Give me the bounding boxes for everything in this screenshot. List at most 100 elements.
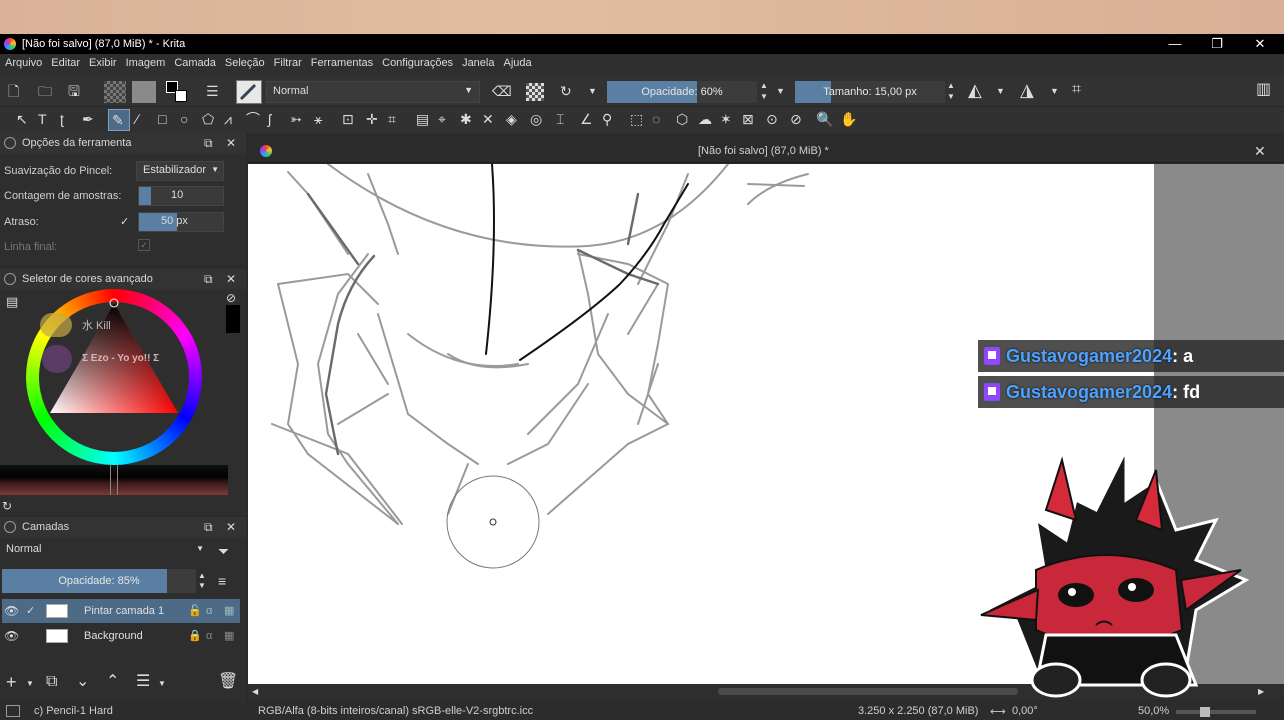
color-settings-icon[interactable]: ▤ — [6, 293, 18, 311]
bezier-tool-icon[interactable]: ⌒ — [246, 110, 260, 128]
move-layer-down-icon[interactable]: ⌄ — [76, 673, 89, 691]
close-window-button[interactable]: ✕ — [1245, 36, 1275, 52]
close-panel-icon[interactable]: ✕ — [226, 134, 236, 152]
chevron-down-icon[interactable]: ▼ — [26, 675, 34, 693]
rect-select-icon[interactable]: ⬚ — [630, 110, 643, 128]
reference-tool-icon[interactable]: ⚲ — [602, 110, 612, 128]
size-slider[interactable]: Tamanho: 15,00 px — [795, 81, 945, 103]
wrap-around-icon[interactable]: ⌗ — [1072, 81, 1081, 99]
menu-camada[interactable]: Camada — [169, 54, 220, 69]
close-panel-icon[interactable]: ✕ — [226, 518, 236, 536]
preserve-alpha-icon[interactable] — [526, 83, 544, 101]
eye-icon[interactable]: 👁 — [4, 627, 19, 645]
fill-tool-icon[interactable]: ◈ — [506, 110, 517, 128]
canvas-tab-title[interactable]: [Não foi salvo] (87,0 MiB) * — [698, 145, 829, 157]
polygon-select-icon[interactable]: ⬡ — [676, 110, 688, 128]
brush-preset-icon[interactable] — [236, 80, 262, 104]
new-document-icon[interactable]: 🗋 — [8, 82, 19, 100]
layer-blend-select[interactable]: Normal ▼ — [0, 541, 208, 561]
duplicate-layer-icon[interactable]: ⧉ — [46, 673, 57, 691]
menu-imagem[interactable]: Imagem — [121, 54, 170, 69]
minimize-button[interactable]: — — [1160, 36, 1190, 52]
measure-tool-icon[interactable]: ⌶ — [556, 110, 564, 128]
color-history-strip[interactable] — [0, 465, 228, 495]
scroll-left-icon[interactable]: ◀ — [252, 683, 258, 701]
polygon-tool-icon[interactable]: ⬠ — [202, 110, 214, 128]
filter-icon[interactable]: ⏷ — [218, 542, 229, 560]
inherit-alpha-icon[interactable]: ▦ — [224, 627, 234, 645]
menu-arquivo[interactable]: Arquivo — [0, 54, 46, 69]
menu-configuracoes[interactable]: Configurações — [377, 54, 457, 69]
float-panel-icon[interactable]: ⧉ — [204, 270, 213, 288]
chevron-down-icon[interactable]: ▼ — [158, 675, 166, 693]
move-tool-icon[interactable]: ✛ — [366, 110, 378, 128]
lock-icon[interactable]: 🔓 — [188, 602, 202, 620]
magnetic-select-icon[interactable]: ⊘ — [790, 110, 802, 128]
panel-layout-icon[interactable]: ▥ — [1256, 81, 1271, 99]
ruler-tool-icon[interactable]: ∠ — [580, 110, 593, 128]
eye-icon[interactable]: 👁 — [4, 602, 19, 620]
open-folder-icon[interactable]: 🗀 — [38, 82, 52, 100]
zoom-slider[interactable] — [1176, 710, 1256, 714]
maximize-button[interactable]: ❐ — [1202, 36, 1232, 52]
calligraphy-icon[interactable]: ✒ — [82, 110, 94, 128]
layer-check-icon[interactable]: ✓ — [26, 602, 35, 620]
transform-tool-icon[interactable]: ⊡ — [342, 110, 354, 128]
freehand-brush-icon[interactable]: ✎ — [108, 109, 130, 131]
assistant-tool-icon[interactable]: ✕ — [482, 110, 494, 128]
line-tool-icon[interactable]: ∕ — [136, 110, 138, 128]
bezier-select-icon[interactable]: ⊙ — [766, 110, 778, 128]
layer-row[interactable]: 👁 Background 🔒 α ▦ — [2, 624, 240, 648]
lock-icon[interactable]: 🔒 — [188, 627, 202, 645]
rotate-icon[interactable]: ⟷ — [990, 705, 1006, 718]
eraser-icon[interactable]: ⌫ — [492, 82, 512, 100]
gradient-tool-icon[interactable]: ▤ — [416, 110, 429, 128]
current-color-swatch[interactable] — [226, 305, 240, 333]
chevron-down-icon[interactable]: ▼ — [996, 82, 1005, 100]
similar-select-icon[interactable]: ⊠ — [742, 110, 754, 128]
ellipse-tool-icon[interactable]: ○ — [180, 110, 188, 128]
smart-patch-icon[interactable]: ✱ — [460, 110, 472, 128]
menu-selecao[interactable]: Seleção — [220, 54, 269, 69]
freehand-path-icon[interactable]: ʃ — [268, 110, 271, 128]
close-tab-icon[interactable]: ✕ — [1254, 142, 1266, 160]
text-tool-icon[interactable]: T — [38, 110, 47, 128]
pan-tool-icon[interactable]: ✋ — [840, 110, 857, 128]
menu-ajuda[interactable]: Ajuda — [498, 54, 535, 69]
multibrush-icon[interactable]: ⚹ — [314, 110, 322, 128]
ellipse-select-icon[interactable]: ◌ — [652, 110, 660, 128]
move-layer-up-icon[interactable]: ⌃ — [106, 673, 119, 691]
layer-properties-icon[interactable]: ☰ — [136, 673, 150, 691]
smoothing-select[interactable]: Estabilizador ▼ — [136, 161, 224, 181]
chevron-down-icon[interactable]: ▼ — [776, 82, 785, 100]
gradient-preset-icon[interactable] — [104, 81, 126, 103]
mirror-vertical-icon[interactable]: ◮ — [1020, 81, 1034, 99]
refresh-icon[interactable]: ↻ — [2, 497, 12, 515]
dynamic-brush-icon[interactable]: ➳ — [290, 110, 302, 128]
color-picker-icon[interactable]: ⌖ — [438, 110, 446, 128]
opacity-stepper-icon[interactable]: ▲ ▼ — [760, 80, 768, 102]
zoom-tool-icon[interactable]: 🔍 — [816, 110, 833, 128]
delay-spinbox[interactable]: 50 px — [138, 212, 224, 232]
opacity-stepper-icon[interactable]: ▲ ▼ — [198, 571, 206, 591]
float-panel-icon[interactable]: ⧉ — [204, 518, 213, 536]
alpha-lock-icon[interactable]: α — [206, 602, 212, 620]
scrollbar-thumb[interactable] — [718, 688, 1018, 695]
brush-settings-icon[interactable]: ☰ — [206, 82, 219, 100]
freehand-select-icon[interactable]: ☁ — [698, 110, 712, 128]
chevron-down-icon[interactable]: ▼ — [1050, 82, 1059, 100]
finish-line-checkbox[interactable]: ✓ — [138, 239, 150, 251]
menu-ferramentas[interactable]: Ferramentas — [306, 54, 377, 69]
enclose-fill-icon[interactable]: ◎ — [530, 110, 542, 128]
select-shapes-icon[interactable]: ↖ — [16, 110, 28, 128]
close-panel-icon[interactable]: ✕ — [226, 270, 236, 288]
menu-exibir[interactable]: Exibir — [84, 54, 121, 69]
edit-shapes-icon[interactable]: ʈ — [60, 110, 64, 128]
menu-editar[interactable]: Editar — [46, 54, 84, 69]
status-zoom[interactable]: 50,0% — [1138, 705, 1169, 717]
save-icon[interactable]: 🖫 — [68, 82, 80, 100]
zoom-slider-thumb[interactable] — [1200, 707, 1210, 717]
mirror-horizontal-icon[interactable]: ◭ — [968, 81, 982, 99]
contiguous-select-icon[interactable]: ✶ — [720, 110, 732, 128]
crop-tool-icon[interactable]: ⌗ — [388, 110, 396, 128]
